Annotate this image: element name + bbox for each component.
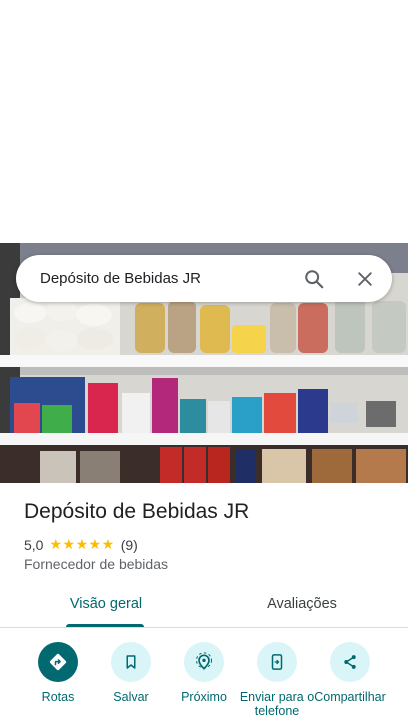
directions-button[interactable]: Rotas — [16, 642, 100, 704]
share-button[interactable]: Compartilhar — [308, 642, 392, 704]
rating-value: 5,0 — [24, 536, 44, 553]
nearby-icon[interactable] — [184, 642, 224, 682]
share-icon[interactable] — [330, 642, 370, 682]
review-count[interactable]: (9) — [121, 537, 138, 553]
close-icon[interactable] — [353, 267, 377, 291]
tab-selected-indicator — [66, 624, 144, 627]
rating-row[interactable]: 5,0 ★★★★★ (9) — [24, 536, 138, 553]
send-to-phone-label: Enviar para o telefone — [239, 690, 315, 718]
send-to-phone-icon[interactable] — [257, 642, 297, 682]
place-title: Depósito de Bebidas JR — [24, 500, 250, 523]
share-label: Compartilhar — [314, 690, 386, 704]
save-label: Salvar — [113, 690, 149, 704]
tab-reviews[interactable]: Avaliações — [252, 588, 352, 628]
nearby-button[interactable]: Próximo — [162, 642, 246, 704]
send-to-phone-button[interactable]: Enviar para o telefone — [235, 642, 319, 718]
directions-icon[interactable] — [38, 642, 78, 682]
save-button[interactable]: Salvar — [89, 642, 173, 704]
place-category[interactable]: Fornecedor de bebidas — [24, 556, 168, 572]
tab-bar: Visão geral Avaliações — [0, 588, 408, 628]
nearby-label: Próximo — [181, 690, 227, 704]
rating-stars: ★★★★★ — [49, 536, 115, 552]
tab-overview[interactable]: Visão geral — [60, 588, 152, 628]
search-query-text[interactable]: Depósito de Bebidas JR — [40, 270, 302, 287]
search-bar[interactable]: Depósito de Bebidas JR — [16, 255, 392, 302]
blank-map-area — [0, 0, 408, 243]
bookmark-icon[interactable] — [111, 642, 151, 682]
directions-label: Rotas — [41, 690, 75, 704]
search-icon[interactable] — [302, 267, 326, 291]
